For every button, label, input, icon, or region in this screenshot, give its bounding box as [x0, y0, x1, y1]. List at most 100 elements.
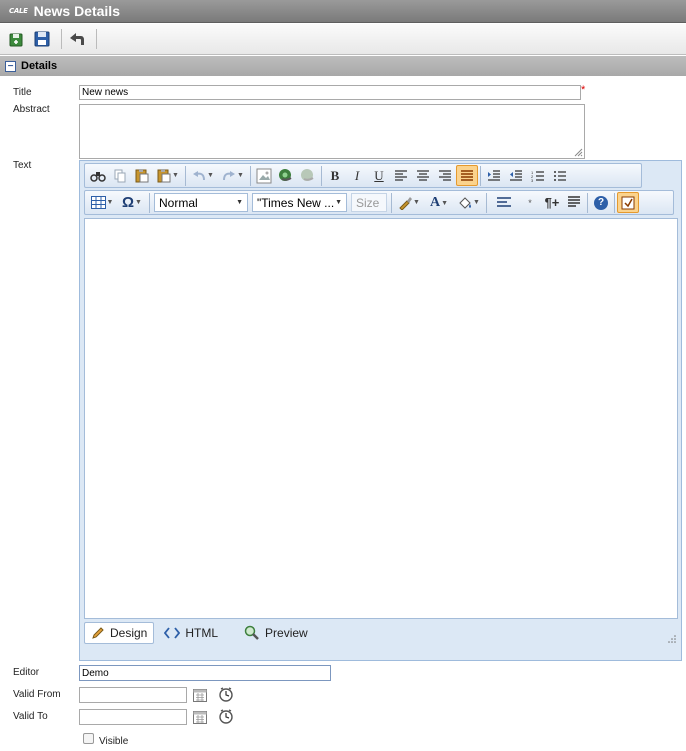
background-color-icon[interactable]: ▼	[454, 192, 484, 213]
help-button[interactable]: ?	[590, 192, 612, 213]
format-painter-icon[interactable]: ▼	[394, 192, 424, 213]
toolbar-separator	[96, 29, 97, 49]
font-color-icon: A	[429, 194, 441, 210]
toggle-full-screen-icon[interactable]	[617, 192, 639, 213]
insert-table-icon[interactable]: ▼	[87, 192, 117, 213]
editor-toolbar-row-2: ▼ Ω ▼ Normal ▼ "Times New ... ▼ Size ▼ A ▼ ▼	[84, 190, 674, 215]
find-replace-icon[interactable]	[87, 165, 109, 186]
preview-mode-label: Preview	[265, 626, 308, 640]
toolbar-separator	[250, 165, 251, 186]
paste-options-icon[interactable]: ▼	[153, 165, 183, 186]
html-mode-label: HTML	[185, 626, 219, 640]
special-characters-button[interactable]: Ω ▼	[117, 192, 147, 213]
preview-mode-tab[interactable]: Preview	[238, 622, 314, 644]
redo-icon[interactable]: ▼	[218, 165, 248, 186]
toolbar-separator	[614, 192, 615, 213]
image-manager-icon[interactable]	[253, 165, 275, 186]
paragraph-mark-icon: ¶+	[544, 195, 560, 210]
underline-button[interactable]: U	[368, 165, 390, 186]
help-icon: ?	[594, 195, 608, 210]
cut-icon[interactable]	[109, 165, 131, 186]
paste-icon[interactable]	[131, 165, 153, 186]
justify-icon[interactable]	[456, 165, 478, 186]
align-right-icon[interactable]	[434, 165, 456, 186]
title-input[interactable]	[79, 85, 581, 100]
details-section-header[interactable]: − Details	[0, 56, 686, 76]
abstract-label: Abstract	[13, 104, 50, 115]
editor-mode-bar: Design HTML Preview	[84, 621, 678, 645]
visible-label: Visible	[99, 736, 129, 747]
valid-from-date-input[interactable]	[79, 687, 187, 703]
page-title: News Details	[33, 3, 120, 19]
numbered-list-icon[interactable]: 123	[527, 165, 549, 186]
paragraph-style-value: Normal	[159, 195, 198, 210]
toolbar-separator	[480, 165, 481, 186]
title-label: Title	[13, 87, 32, 98]
align-left-icon[interactable]	[390, 165, 412, 186]
valid-from-label: Valid From	[13, 689, 61, 700]
collapse-icon[interactable]: −	[5, 60, 16, 72]
code-brackets-icon	[164, 627, 181, 639]
toolbar-separator	[149, 192, 150, 213]
toolbar-separator	[61, 29, 62, 49]
back-arrow-icon	[70, 33, 84, 45]
editor-toolbar-row-1: ▼ ▼ ▼ B I U 1 2 3	[84, 163, 642, 188]
valid-to-label: Valid To	[13, 711, 48, 722]
font-size-dropdown[interactable]: Size	[351, 193, 387, 212]
editor-content-area[interactable]	[84, 218, 678, 619]
bullet-list-icon[interactable]	[549, 165, 571, 186]
calendar-icon[interactable]	[193, 689, 207, 702]
editor-input[interactable]	[79, 665, 331, 681]
required-marker: *	[581, 84, 586, 96]
horizontal-rule-icon[interactable]	[489, 192, 519, 213]
valid-to-date-input[interactable]	[79, 709, 187, 725]
section-title: Details	[21, 60, 58, 72]
magnifier-icon	[244, 625, 260, 641]
app-logo: CALE	[9, 7, 28, 15]
bold-button[interactable]: B	[324, 165, 346, 186]
editor-label: Editor	[13, 667, 40, 678]
design-mode-label: Design	[110, 626, 148, 640]
floppy-disk-icon	[34, 31, 50, 47]
save-and-new-button[interactable]	[5, 28, 27, 50]
toolbar-separator	[587, 192, 588, 213]
indent-icon[interactable]	[483, 165, 505, 186]
save-and-new-icon	[9, 33, 23, 47]
calendar-icon[interactable]	[193, 711, 207, 724]
visible-checkbox[interactable]	[83, 733, 94, 744]
abstract-textarea[interactable]	[79, 104, 585, 159]
outdent-icon[interactable]	[505, 165, 527, 186]
toolbar-separator	[486, 192, 487, 213]
remove-link-icon[interactable]	[297, 165, 319, 186]
editor-resize-grip-icon[interactable]	[667, 634, 677, 644]
chevron-down-icon: ▼	[236, 199, 243, 206]
svg-text:3: 3	[531, 178, 534, 182]
align-center-icon[interactable]	[412, 165, 434, 186]
clock-icon[interactable]	[218, 708, 234, 724]
chevron-down-icon: ▼	[335, 199, 342, 206]
main-toolbar	[0, 24, 686, 55]
asterisk-icon[interactable]: *	[519, 192, 541, 213]
save-button[interactable]	[31, 28, 53, 50]
font-name-value: "Times New ...	[257, 195, 335, 210]
paragraph-style-dropdown[interactable]: Normal ▼	[154, 193, 248, 212]
resize-grip-icon[interactable]	[573, 147, 583, 157]
clock-icon[interactable]	[218, 686, 234, 702]
paragraph-mark-button[interactable]: ¶+	[541, 192, 563, 213]
back-button[interactable]	[66, 28, 88, 50]
design-mode-tab[interactable]: Design	[84, 622, 155, 644]
undo-icon[interactable]: ▼	[188, 165, 218, 186]
toolbar-separator	[391, 192, 392, 213]
omega-icon: Ω	[122, 194, 135, 211]
italic-button[interactable]: I	[346, 165, 368, 186]
toolbar-separator	[321, 165, 322, 186]
font-size-placeholder: Size	[356, 195, 380, 210]
font-name-dropdown[interactable]: "Times New ... ▼	[252, 193, 347, 212]
toolbar-separator	[185, 165, 186, 186]
text-label: Text	[13, 160, 32, 171]
font-color-button[interactable]: A ▼	[424, 192, 454, 213]
hyperlink-icon[interactable]	[275, 165, 297, 186]
html-mode-tab[interactable]: HTML	[158, 622, 224, 644]
format-block-icon[interactable]	[563, 192, 585, 213]
pencil-icon	[91, 626, 105, 640]
